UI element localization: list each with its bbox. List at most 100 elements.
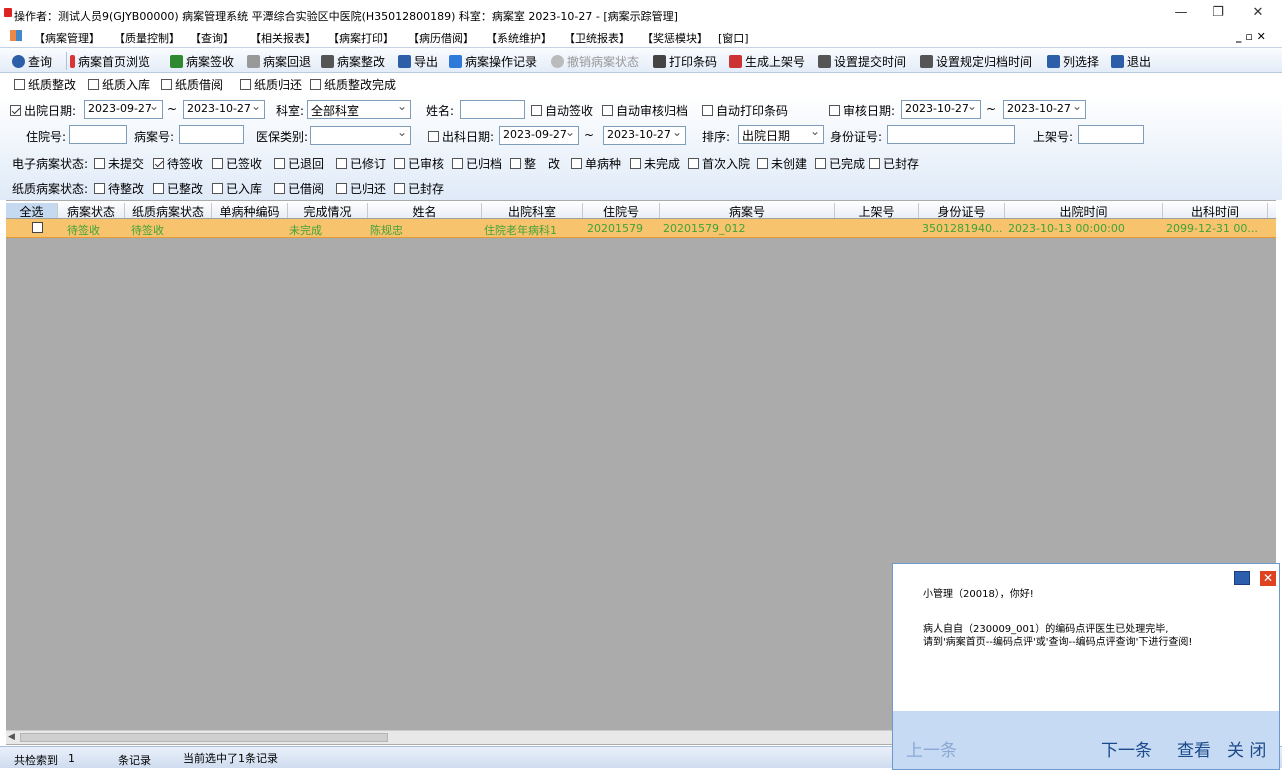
e-status-check-8[interactable]: 单病种 [571,155,621,172]
table-row[interactable]: 待签收 待签收 未完成 陈规忠 住院老年病科1 20201579 2020157… [6,219,1276,238]
inpatient-input[interactable] [69,125,127,144]
p-status-check-4[interactable]: 已归还 [336,180,386,197]
case-rectify-button[interactable]: 病案整改 [321,52,385,70]
name-input[interactable] [460,100,525,119]
e-status-check-10[interactable]: 首次入院 [688,155,750,172]
scroll-thumb[interactable] [20,733,388,742]
col-completion[interactable]: 完成情况 [288,203,368,219]
discharge-to-picker[interactable]: 2023-10-27 [183,100,265,119]
shelf-input[interactable] [1078,125,1144,144]
col-paper-status[interactable]: 纸质病案状态 [125,203,212,219]
column-select-button[interactable]: 列选择 [1047,52,1099,70]
col-inpatient-no[interactable]: 住院号 [583,203,660,219]
exit-button[interactable]: 退出 [1111,52,1151,70]
paper-return-check[interactable]: 纸质归还 [240,76,302,93]
col-out-dept-time[interactable]: 出科时间 [1163,203,1268,219]
out-dept-date-check[interactable]: 出科日期: [428,128,494,145]
col-case-status[interactable]: 病案状态 [58,203,125,219]
popup-close-button[interactable]: 关 闭 [1227,736,1266,761]
col-disease-code[interactable]: 单病种编码 [212,203,288,219]
case-home-browse-button[interactable]: 病案首页浏览 [70,52,150,70]
menu-reward[interactable]: 【奖惩模块】 [642,30,708,46]
prev-button[interactable]: 上一条 [906,736,957,761]
case-return-button[interactable]: 病案回退 [247,52,311,70]
col-shelf-no[interactable]: 上架号 [835,203,919,219]
menu-window[interactable]: [窗口] [718,30,749,46]
audit-to-picker[interactable]: 2023-10-27 [1003,100,1086,119]
view-button[interactable]: 查看 [1177,736,1211,761]
auto-sign-check[interactable]: 自动签收 [531,102,593,119]
record-input[interactable] [179,125,244,144]
next-button[interactable]: 下一条 [1101,736,1152,761]
print-barcode-button[interactable]: 打印条码 [653,52,717,70]
gen-shelf-button[interactable]: 生成上架号 [729,52,805,70]
auto-print-check[interactable]: 自动打印条码 [702,102,788,119]
revoke-status-button[interactable]: 撤销病案状态 [551,52,639,70]
set-archive-time-button[interactable]: 设置规定归档时间 [920,52,1032,70]
out-to-picker[interactable]: 2023-10-27 [603,126,686,145]
case-sign-button[interactable]: 病案签收 [170,52,234,70]
col-record-no[interactable]: 病案号 [660,203,835,219]
paper-store-check[interactable]: 纸质入库 [88,76,150,93]
audit-date-check[interactable]: 审核日期: [829,102,895,119]
popup-restore-icon[interactable] [1234,571,1250,585]
minimize-button[interactable]: — [1166,4,1196,22]
menu-query[interactable]: 【查询】 [190,30,234,46]
e-status-check-7[interactable]: 整 改 [510,155,560,172]
e-status-check-6[interactable]: 已归档 [452,155,502,172]
e-status-check-5[interactable]: 已审核 [394,155,444,172]
scroll-left-icon[interactable]: ◀ [8,732,15,742]
menu-system[interactable]: 【系统维护】 [486,30,552,46]
p-status-check-0[interactable]: 待整改 [94,180,144,197]
e-status-check-1[interactable]: 待签收 [153,155,203,172]
p-status-check-2[interactable]: 已入库 [212,180,262,197]
row-checkbox[interactable] [32,222,43,233]
p-status-check-5[interactable]: 已封存 [394,180,444,197]
e-status-check-11[interactable]: 未创建 [757,155,807,172]
auto-audit-check[interactable]: 自动审核归档 [602,102,688,119]
export-button[interactable]: 导出 [398,52,438,70]
menu-record-borrow[interactable]: 【病历借阅】 [408,30,474,46]
dept-select[interactable]: 全部科室 [307,100,411,119]
paper-rectify-check[interactable]: 纸质整改 [14,76,76,93]
menu-quality-control[interactable]: 【质量控制】 [114,30,180,46]
restore-button[interactable]: ❐ [1203,4,1233,22]
p-status-check-1[interactable]: 已整改 [153,180,203,197]
menu-case-management[interactable]: 【病案管理】 [34,30,100,46]
set-submit-time-button[interactable]: 设置提交时间 [818,52,906,70]
paper-rectify-done-check[interactable]: 纸质整改完成 [310,76,396,93]
popup-close-icon[interactable]: ✕ [1260,571,1276,586]
menu-reports[interactable]: 【相关报表】 [250,30,316,46]
menu-health-stats[interactable]: 【卫统报表】 [564,30,630,46]
info-icon [551,54,564,68]
discharge-from-picker[interactable]: 2023-09-27 [84,100,163,119]
horizontal-scrollbar[interactable]: ◀ [6,730,892,744]
p-status-check-3[interactable]: 已借阅 [274,180,324,197]
id-input[interactable] [887,125,1015,144]
e-status-check-2[interactable]: 已签收 [212,155,262,172]
close-button[interactable]: ✕ [1243,4,1273,22]
p-status-label: 纸质病案状态: [12,182,89,196]
menu-case-print[interactable]: 【病案打印】 [328,30,394,46]
col-discharge-dept[interactable]: 出院科室 [482,203,583,219]
e-status-check-0[interactable]: 未提交 [94,155,144,172]
status-selected: 当前选中了1条记录 [183,752,278,765]
paper-borrow-check[interactable]: 纸质借阅 [161,76,223,93]
out-from-picker[interactable]: 2023-09-27 [499,126,579,145]
col-discharge-time[interactable]: 出院时间 [1005,203,1163,219]
audit-from-picker[interactable]: 2023-10-27 [901,100,981,119]
e-status-check-12[interactable]: 已完成 [815,155,865,172]
case-log-button[interactable]: 病案操作记录 [449,52,537,70]
mdi-controls[interactable]: _ ▫ ✕ [1236,30,1266,43]
query-button[interactable]: 查询 [12,52,52,70]
insurance-select[interactable] [310,126,411,145]
col-select-all[interactable]: 全选 [6,203,58,219]
e-status-check-9[interactable]: 未完成 [630,155,680,172]
e-status-check-3[interactable]: 已退回 [274,155,324,172]
discharge-date-check[interactable]: 出院日期: [10,102,76,119]
e-status-check-13[interactable]: 已封存 [869,155,919,172]
e-status-check-4[interactable]: 已修订 [336,155,386,172]
col-name[interactable]: 姓名 [368,203,482,219]
sort-select[interactable]: 出院日期 [738,125,824,144]
col-id-no[interactable]: 身份证号 [919,203,1005,219]
